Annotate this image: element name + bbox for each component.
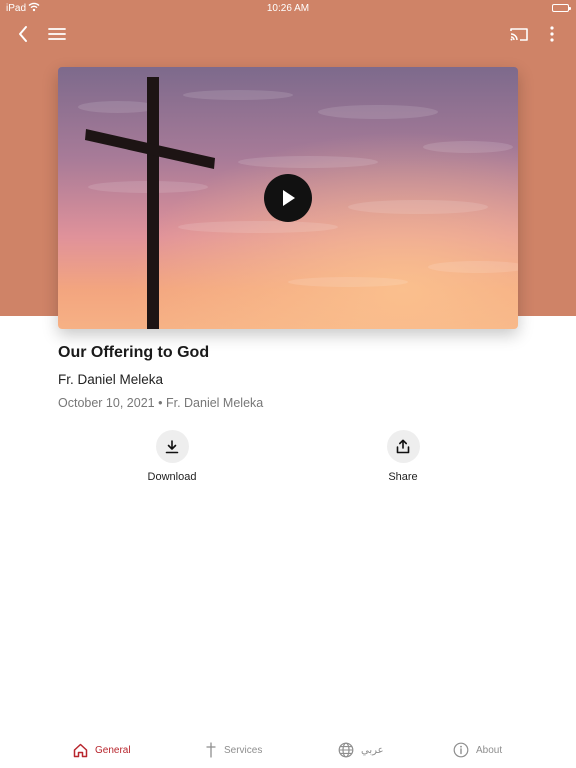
cross-icon: [206, 742, 216, 758]
video-meta-author: Fr. Daniel Meleka: [165, 396, 264, 410]
status-bar: iPad 10:26 AM: [0, 0, 576, 16]
share-label: Share: [388, 471, 418, 483]
cast-icon: [510, 27, 528, 41]
tab-about[interactable]: About: [453, 740, 502, 760]
video-meta: October 10, 2021 • Fr. Daniel Meleka: [58, 396, 263, 410]
download-button[interactable]: Download: [122, 430, 222, 483]
tab-about-label: About: [476, 744, 503, 756]
video-author: Fr. Daniel Meleka: [58, 372, 164, 387]
cast-button[interactable]: [506, 22, 532, 46]
video-date: October 10, 2021: [58, 396, 155, 410]
bottom-tab-bar: General Services عربي About: [0, 728, 576, 768]
download-icon-circle: [155, 430, 189, 463]
play-icon: [283, 190, 295, 206]
status-time: 10:26 AM: [266, 3, 310, 14]
video-thumbnail[interactable]: [58, 67, 518, 329]
globe-icon: [338, 742, 354, 758]
download-label: Download: [147, 471, 197, 483]
info-icon: [453, 742, 469, 758]
battery-icon: [552, 4, 571, 12]
home-icon: [73, 743, 88, 757]
tab-services[interactable]: Services: [205, 740, 262, 760]
share-icon-circle: [386, 430, 420, 463]
play-button[interactable]: [264, 174, 312, 222]
tab-general-label: General: [95, 744, 131, 756]
chevron-left-icon: [19, 26, 27, 42]
tab-arabic-label: عربي: [361, 744, 384, 756]
video-title: Our Offering to God: [58, 344, 210, 361]
back-button[interactable]: [10, 22, 36, 46]
hamburger-menu-icon: [48, 28, 66, 40]
more-vertical-icon: [550, 26, 554, 42]
tab-arabic[interactable]: عربي: [338, 740, 384, 760]
share-button[interactable]: Share: [353, 430, 453, 483]
tab-services-label: Services: [224, 744, 263, 756]
download-icon: [165, 439, 179, 453]
tab-general[interactable]: General: [73, 740, 131, 760]
meta-separator: •: [158, 396, 163, 410]
share-icon: [396, 439, 410, 454]
menu-button[interactable]: [45, 22, 69, 46]
more-options-button[interactable]: [542, 22, 562, 46]
